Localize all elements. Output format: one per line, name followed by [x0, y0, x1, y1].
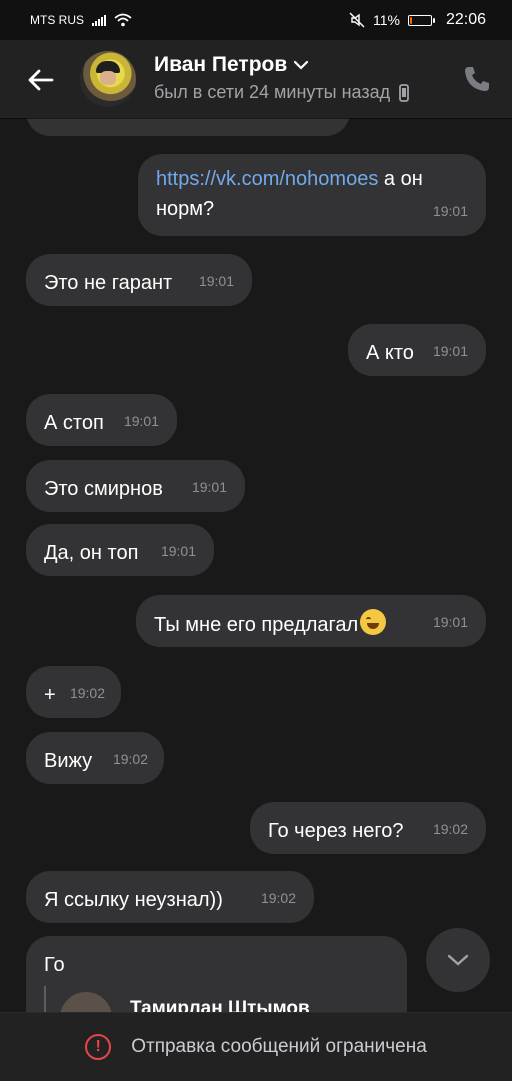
message-bubble-outgoing[interactable]: А кто 19:01 — [348, 324, 486, 376]
status-bar: MTS RUS 11% 22:06 — [0, 0, 512, 40]
restriction-text: Отправка сообщений ограничена — [131, 1036, 427, 1057]
message-text: Го — [44, 954, 65, 976]
message-time: 19:02 — [69, 685, 105, 701]
message-time: 19:01 — [297, 118, 332, 126]
warning-icon: ! — [85, 1034, 112, 1060]
rolling-laughing-emoji-icon — [360, 609, 387, 635]
message-time: 19:01 — [198, 273, 234, 289]
message-time: 19:02 — [260, 890, 296, 906]
message-time: 19:02 — [432, 821, 468, 837]
message-bubble-partial[interactable]: 19:01 — [26, 118, 350, 136]
mute-icon — [349, 12, 365, 28]
message-bubble-outgoing[interactable]: Го через него? 19:02 — [250, 802, 486, 854]
message-time: 19:01 — [191, 479, 227, 495]
mobile-device-icon — [399, 83, 410, 102]
avatar[interactable] — [80, 51, 136, 107]
message-text: А стоп — [44, 412, 104, 434]
message-link[interactable]: https://vk.com/nohomoes — [156, 168, 378, 190]
message-bubble-forwarded[interactable]: Го Тамирлан Штымов — [26, 936, 407, 1012]
message-time: 19:01 — [432, 203, 468, 219]
message-bubble-incoming[interactable]: Это не гарант 19:01 — [26, 254, 252, 306]
carrier-label: MTS RUS — [30, 13, 84, 27]
signal-icon — [92, 14, 106, 26]
message-text: Да, он топ — [44, 542, 139, 564]
message-list[interactable]: 19:01 https://vk.com/nohomoes а он норм?… — [0, 118, 512, 1012]
message-time: 19:02 — [112, 751, 148, 767]
restriction-bar: ! Отправка сообщений ограничена — [0, 1012, 512, 1081]
message-bubble-incoming[interactable]: Вижу 19:02 — [26, 732, 164, 784]
message-text: Это не гарант — [44, 272, 173, 294]
message-bubble-incoming[interactable]: + 19:02 — [26, 666, 121, 718]
battery-icon — [407, 14, 435, 26]
chevron-down-icon — [447, 954, 469, 966]
chat-header: Иван Петров был в сети 24 минуты назад — [0, 40, 512, 118]
back-arrow-icon[interactable] — [24, 64, 56, 96]
message-time: 19:01 — [432, 343, 468, 359]
message-text: Го через него? — [268, 820, 404, 842]
last-seen-text: был в сети 24 минуты назад — [154, 82, 391, 102]
chevron-down-icon — [294, 60, 309, 70]
message-text: А кто — [366, 342, 414, 364]
message-time: 19:01 — [160, 543, 196, 559]
message-bubble-incoming[interactable]: Я ссылку неузнал)) 19:02 — [26, 871, 314, 923]
battery-percent: 11% — [372, 12, 400, 28]
message-text: + — [44, 684, 56, 706]
contact-name: Иван Петров — [154, 53, 288, 76]
contact-name-button[interactable]: Иван Петров — [154, 53, 309, 77]
message-text: Ты мне его предлагал — [154, 614, 359, 636]
message-text: Я ссылку неузнал)) — [44, 889, 223, 911]
forward-author-name: Тамирлан Штымов — [130, 998, 310, 1012]
phone-icon[interactable] — [462, 64, 492, 94]
clock: 22:06 — [445, 11, 486, 28]
wifi-icon — [114, 13, 132, 27]
forward-avatar — [60, 992, 112, 1012]
message-bubble-incoming[interactable]: Это смирнов 19:01 — [26, 460, 245, 512]
message-bubble-outgoing[interactable]: Ты мне его предлагал 19:01 — [136, 595, 486, 647]
scroll-down-button[interactable] — [426, 928, 490, 992]
message-bubble-outgoing[interactable]: https://vk.com/nohomoes а он норм? 19:01 — [138, 154, 486, 236]
message-bubble-incoming[interactable]: Да, он топ 19:01 — [26, 524, 214, 576]
message-text: Вижу — [44, 750, 93, 772]
last-seen-row: был в сети 24 минуты назад — [154, 82, 410, 103]
message-bubble-incoming[interactable]: А стоп 19:01 — [26, 394, 177, 446]
forward-block[interactable]: Тамирлан Штымов — [44, 986, 310, 1012]
message-time: 19:01 — [432, 614, 468, 630]
message-text: Это смирнов — [44, 478, 163, 500]
message-time: 19:01 — [123, 413, 159, 429]
